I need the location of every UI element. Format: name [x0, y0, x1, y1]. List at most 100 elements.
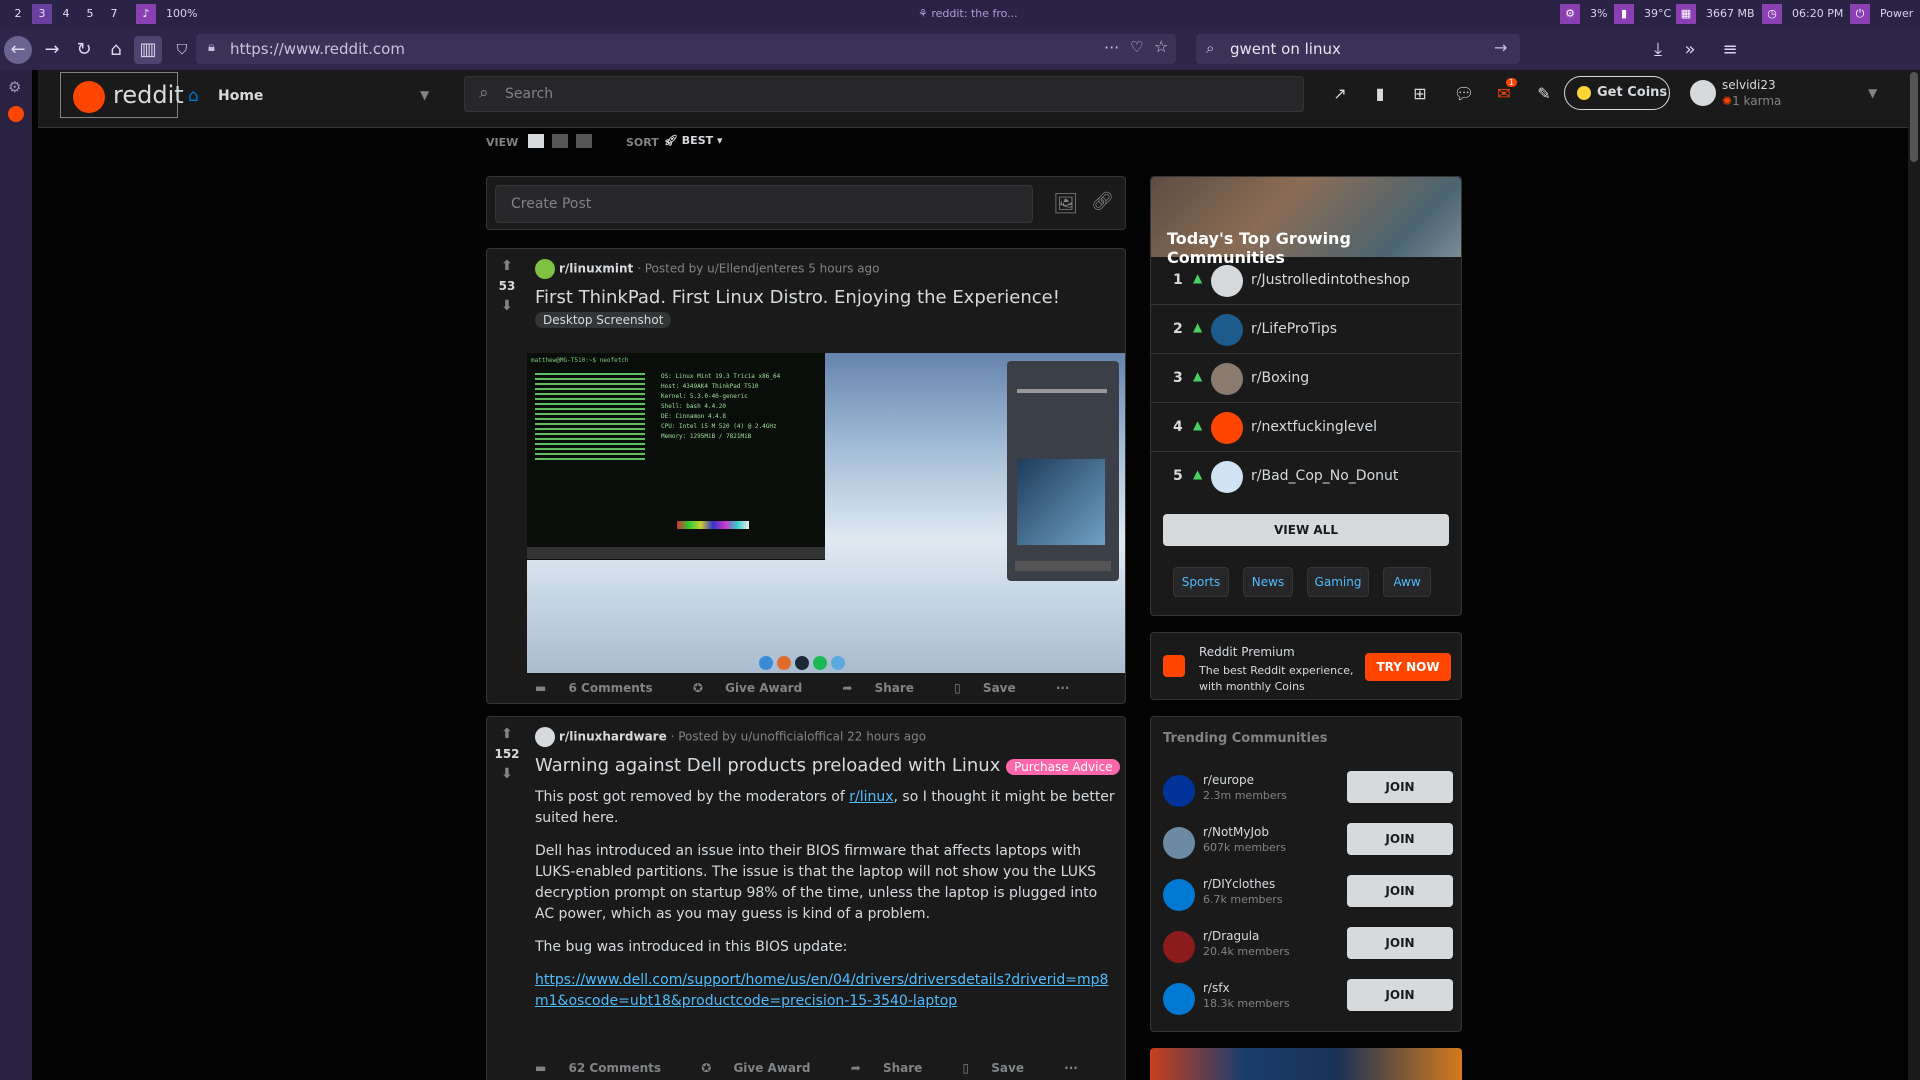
- post-card[interactable]: ⬆ 53 ⬇ r/linuxmint · Posted by u/Ellendj…: [486, 248, 1126, 704]
- more-options-icon[interactable]: ···: [1064, 1061, 1078, 1075]
- bookmark-star-icon[interactable]: ☆: [1154, 37, 1168, 56]
- downloads-button[interactable]: ⤓: [1644, 36, 1672, 64]
- reddit-tab-icon[interactable]: [8, 106, 24, 122]
- comments-button[interactable]: ▬ 62 Comments: [535, 1061, 679, 1075]
- communities-icon[interactable]: ⊞: [1408, 84, 1432, 108]
- workspace-5[interactable]: 5: [80, 4, 100, 24]
- workspace-3[interactable]: 3: [32, 4, 52, 24]
- workspace-4[interactable]: 4: [56, 4, 76, 24]
- more-options-icon[interactable]: ···: [1056, 681, 1070, 695]
- share-button[interactable]: ➦ Share: [851, 1061, 941, 1075]
- notification-badge: 1: [1506, 78, 1518, 87]
- downvote-icon[interactable]: ⬇: [487, 767, 527, 781]
- chip-sports[interactable]: Sports: [1173, 567, 1229, 597]
- comments-button[interactable]: ▬ 6 Comments: [535, 681, 671, 695]
- subreddit-link[interactable]: r/linux: [849, 789, 893, 805]
- volume-icon[interactable]: ♪: [136, 4, 156, 24]
- post-image[interactable]: matthew@MG-T510:~$ neofetch OS: Linux Mi…: [527, 341, 1125, 673]
- scrollbar-thumb[interactable]: [1910, 72, 1918, 162]
- growing-row[interactable]: 2 ▲ r/LifeProTips: [1151, 306, 1461, 354]
- posted-by: · Posted by u/Ellendjenteres 5 hours ago: [637, 261, 880, 276]
- post-title[interactable]: First ThinkPad. First Linux Distro. Enjo…: [535, 287, 1060, 308]
- subreddit-link[interactable]: r/linuxhardware: [559, 730, 667, 744]
- join-button[interactable]: JOIN: [1347, 979, 1453, 1011]
- community-name[interactable]: r/Dragula: [1203, 929, 1259, 943]
- dell-bios-link[interactable]: https://www.dell.com/support/home/us/en/…: [535, 972, 1108, 1009]
- upvote-icon[interactable]: ⬆: [487, 259, 527, 273]
- community-name[interactable]: r/DIYclothes: [1203, 877, 1275, 891]
- link-icon[interactable]: 🔗︎: [1091, 191, 1114, 212]
- search-bar[interactable]: ⌕ gwent on linux →: [1196, 34, 1520, 64]
- page-actions-icon[interactable]: ···: [1104, 38, 1119, 57]
- join-button[interactable]: JOIN: [1347, 823, 1453, 855]
- pocket-icon[interactable]: ♡: [1130, 38, 1143, 56]
- back-button[interactable]: ←: [4, 36, 32, 64]
- try-now-button[interactable]: TRY NOW: [1365, 653, 1451, 681]
- growing-row[interactable]: 4 ▲ r/nextfuckinglevel: [1151, 404, 1461, 452]
- notifications-icon[interactable]: ✉ 1: [1492, 78, 1518, 108]
- community-avatar: [1211, 363, 1243, 395]
- get-coins-button[interactable]: Get Coins: [1564, 76, 1670, 110]
- share-button[interactable]: ➦ Share: [842, 681, 932, 695]
- community-name[interactable]: r/NotMyJob: [1203, 825, 1269, 839]
- power-icon[interactable]: ⏻: [1850, 4, 1870, 24]
- growing-row[interactable]: 1 ▲ r/Justrolledintotheshop: [1151, 257, 1461, 305]
- reddit-search-input[interactable]: ⌕ Search: [464, 76, 1304, 112]
- go-arrow-icon[interactable]: →: [1494, 38, 1507, 57]
- card-view-icon[interactable]: [528, 134, 544, 148]
- reddit-logo[interactable]: reddit: [60, 72, 184, 118]
- join-button[interactable]: JOIN: [1347, 927, 1453, 959]
- overflow-button[interactable]: »: [1676, 36, 1704, 64]
- create-post-icon[interactable]: ✎: [1532, 84, 1556, 108]
- upvote-icon[interactable]: ⬆: [487, 727, 527, 741]
- join-button[interactable]: JOIN: [1347, 875, 1453, 907]
- reader-view-button[interactable]: ▥: [134, 36, 162, 64]
- classic-view-icon[interactable]: [552, 134, 568, 148]
- username: selvidi23: [1722, 78, 1776, 92]
- url-bar[interactable]: 🔒︎ https://www.reddit.com ··· ♡ ☆: [196, 34, 1176, 64]
- tracking-protection-button[interactable]: ⛉: [168, 36, 196, 64]
- power-label[interactable]: Power: [1874, 4, 1919, 24]
- post-flair[interactable]: Purchase Advice: [1006, 759, 1121, 775]
- chip-aww[interactable]: Aww: [1383, 567, 1431, 597]
- chat-icon[interactable]: 💬︎: [1452, 84, 1476, 108]
- post-card[interactable]: ⬆ 152 ⬇ r/linuxhardware · Posted by u/un…: [486, 716, 1126, 1080]
- post-actions: ▬ 62 Comments ✪ Give Award ➦ Share ▯ Sav…: [535, 1061, 1096, 1075]
- growing-row[interactable]: 5 ▲ r/Bad_Cop_No_Donut: [1151, 453, 1461, 501]
- scrollbar[interactable]: [1908, 70, 1920, 1080]
- menu-button[interactable]: ≡: [1716, 36, 1744, 64]
- save-button[interactable]: ▯ Save: [954, 681, 1033, 695]
- settings-gear-icon[interactable]: ⚙: [8, 78, 21, 96]
- post-title[interactable]: Warning against Dell products preloaded …: [535, 755, 1121, 776]
- post-flair[interactable]: Desktop Screenshot: [535, 309, 672, 328]
- image-upload-icon[interactable]: 🖼︎: [1053, 191, 1078, 215]
- workspace-2[interactable]: 2: [8, 4, 28, 24]
- community-name[interactable]: r/europe: [1203, 773, 1254, 787]
- give-award-button[interactable]: ✪ Give Award: [701, 1061, 828, 1075]
- subreddit-link[interactable]: r/linuxmint: [559, 262, 633, 276]
- workspace-7[interactable]: 7: [104, 4, 124, 24]
- growing-row[interactable]: 3 ▲ r/Boxing: [1151, 355, 1461, 403]
- promo-banner[interactable]: [1150, 1048, 1462, 1080]
- comments-label: 6 Comments: [568, 681, 653, 695]
- compact-view-icon[interactable]: [576, 134, 592, 148]
- user-menu[interactable]: selvidi23 ✺1 karma ▼: [1690, 74, 1890, 114]
- home-button[interactable]: ⌂: [102, 36, 130, 64]
- home-dropdown[interactable]: ⌂ Home ▼: [188, 78, 440, 116]
- community-avatar: [1163, 983, 1195, 1015]
- join-button[interactable]: JOIN: [1347, 771, 1453, 803]
- give-award-button[interactable]: ✪ Give Award: [693, 681, 820, 695]
- popular-trending-icon[interactable]: ↗: [1328, 84, 1352, 108]
- sort-dropdown[interactable]: 🚀︎ BEST ▾: [664, 134, 723, 147]
- community-name[interactable]: r/sfx: [1203, 981, 1230, 995]
- chip-gaming[interactable]: Gaming: [1307, 567, 1369, 597]
- create-post-input[interactable]: Create Post: [495, 185, 1033, 223]
- view-all-button[interactable]: VIEW ALL: [1163, 514, 1449, 546]
- karma: ✺1 karma: [1722, 94, 1781, 108]
- downvote-icon[interactable]: ⬇: [487, 299, 527, 313]
- chip-news[interactable]: News: [1243, 567, 1293, 597]
- forward-button[interactable]: →: [38, 36, 66, 64]
- reload-button[interactable]: ↻: [70, 36, 98, 64]
- save-button[interactable]: ▯ Save: [962, 1061, 1041, 1075]
- stats-icon[interactable]: ▮: [1368, 84, 1392, 108]
